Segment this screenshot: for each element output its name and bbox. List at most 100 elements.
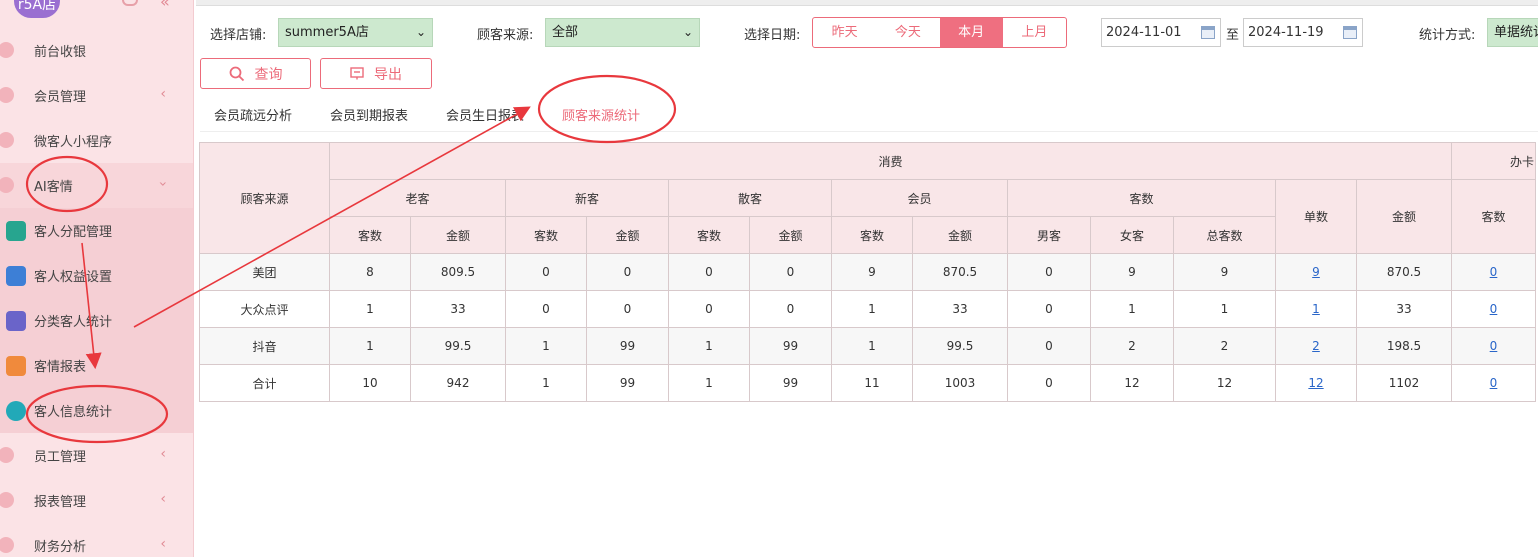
tab-member-expiry[interactable]: 会员到期报表 <box>330 105 408 124</box>
sidebar-subitem-assign[interactable]: 客人分配管理 <box>0 208 193 253</box>
cell-source: 合计 <box>199 364 330 402</box>
cell: 870.5 <box>1356 253 1452 291</box>
cell: 0 <box>1007 364 1091 402</box>
cell: 1 <box>1090 290 1174 328</box>
cell: 99.5 <box>912 327 1008 365</box>
export-button[interactable]: 导出 <box>320 58 432 89</box>
cell-card-guests: 0 <box>1451 290 1536 328</box>
cell: 0 <box>1007 253 1091 291</box>
date-from-input[interactable]: 2024-11-01 <box>1101 18 1221 47</box>
ai-icon <box>0 177 14 193</box>
card-guests-link[interactable]: 0 <box>1490 302 1498 316</box>
sidebar-item-report[interactable]: 报表管理 ‹ <box>0 478 193 523</box>
cell: 942 <box>410 364 506 402</box>
sidebar-item-label: 报表管理 <box>34 495 87 510</box>
customer-source-table: 顾客来源 消费 办卡 老客 新客 散客 会员 客数 单数 金额 客数 客数 金额… <box>199 142 1536 402</box>
cell-source: 大众点评 <box>199 290 330 328</box>
sidebar-subitem-report[interactable]: 客情报表 <box>0 343 193 388</box>
collapse-icon[interactable]: « <box>160 0 170 11</box>
sidebar-item-cashier[interactable]: 前台收银 <box>0 28 193 73</box>
col-header: 客数 <box>668 216 750 254</box>
sidebar-item-label: AI客情 <box>34 180 73 195</box>
today-button[interactable]: 今天 <box>876 18 939 47</box>
store-label: 选择店铺: <box>210 28 267 43</box>
sidebar-item-label: 微客人小程序 <box>34 135 113 150</box>
cell: 809.5 <box>410 253 506 291</box>
calendar-icon[interactable] <box>1343 26 1357 39</box>
cell: 870.5 <box>912 253 1008 291</box>
orders-header: 单数 <box>1275 179 1357 254</box>
this-month-button[interactable]: 本月 <box>939 18 1003 47</box>
orders-link[interactable]: 1 <box>1312 302 1320 316</box>
sidebar-subitem-rights[interactable]: 客人权益设置 <box>0 253 193 298</box>
sidebar-item-member[interactable]: 会员管理 ‹ <box>0 73 193 118</box>
stat-method-label: 统计方式: <box>1419 28 1476 43</box>
cell: 10 <box>329 364 411 402</box>
date-to-input[interactable]: 2024-11-19 <box>1243 18 1363 47</box>
cell: 99 <box>586 327 669 365</box>
sidebar-subitem-guest-info[interactable]: 客人信息统计 <box>0 388 193 433</box>
consume-group-header: 消费 <box>329 142 1452 180</box>
tab-member-birthday[interactable]: 会员生日报表 <box>446 105 524 124</box>
query-button[interactable]: 查询 <box>200 58 311 89</box>
date-range-buttons: 昨天 今天 本月 上月 <box>812 17 1067 48</box>
tab-customer-source[interactable]: 顾客来源统计 <box>562 105 640 124</box>
calendar-icon[interactable] <box>1201 26 1215 39</box>
search-icon <box>229 66 244 81</box>
chevron-down-icon: ⌄ <box>415 25 426 39</box>
cash-icon <box>0 42 14 58</box>
sidebar-item-ai[interactable]: AI客情 ‹ <box>0 163 193 208</box>
new-customer-header: 新客 <box>505 179 669 217</box>
card-guests-link[interactable]: 0 <box>1490 376 1498 390</box>
sidebar-item-miniapp[interactable]: 微客人小程序 <box>0 118 193 163</box>
cell: 11 <box>831 364 913 402</box>
cell: 1 <box>831 290 913 328</box>
orders-link[interactable]: 2 <box>1312 339 1320 353</box>
cell-orders: 12 <box>1275 364 1357 402</box>
cell: 33 <box>1356 290 1452 328</box>
export-label: 导出 <box>374 66 402 83</box>
orders-link[interactable]: 9 <box>1312 265 1320 279</box>
card-group-header: 办卡 <box>1451 142 1536 180</box>
sidebar-header: r5A店 « <box>0 0 193 18</box>
amount-header: 金额 <box>1356 179 1452 254</box>
sidebar-item-finance[interactable]: 财务分析 ‹ <box>0 523 193 557</box>
stat-method-select[interactable]: 单据统计 <box>1487 18 1538 47</box>
cell: 0 <box>668 253 750 291</box>
last-month-button[interactable]: 上月 <box>1003 18 1066 47</box>
sidebar-item-label: 财务分析 <box>34 540 87 555</box>
col-header: 金额 <box>912 216 1008 254</box>
source-select-value: 全部 <box>552 25 579 40</box>
cell: 99.5 <box>410 327 506 365</box>
gear-icon <box>6 266 26 286</box>
cell: 9 <box>1090 253 1174 291</box>
sidebar-item-label: 员工管理 <box>34 450 87 465</box>
cell-source: 美团 <box>199 253 330 291</box>
cell: 0 <box>505 290 587 328</box>
yesterday-button[interactable]: 昨天 <box>813 18 876 47</box>
store-select-value: summer5A店 <box>285 25 369 40</box>
staff-icon <box>0 447 14 463</box>
table-row-total: 合计 10 942 1 99 1 99 11 1003 0 12 12 12 1… <box>199 364 1536 402</box>
pie-chart-icon <box>6 401 26 421</box>
source-select[interactable]: 全部 ⌄ <box>545 18 700 47</box>
cell-card-guests: 0 <box>1451 364 1536 402</box>
col-header: 客数 <box>831 216 913 254</box>
date-to-label: 至 <box>1226 28 1240 43</box>
cell: 0 <box>1007 290 1091 328</box>
sidebar-item-staff[interactable]: 员工管理 ‹ <box>0 433 193 478</box>
store-avatar[interactable]: r5A店 <box>14 0 60 18</box>
orders-link[interactable]: 12 <box>1308 376 1323 390</box>
cell: 8 <box>329 253 411 291</box>
card-guests-link[interactable]: 0 <box>1490 339 1498 353</box>
store-select[interactable]: summer5A店 ⌄ <box>278 18 433 47</box>
cell: 12 <box>1090 364 1174 402</box>
cell: 33 <box>912 290 1008 328</box>
card-guests-link[interactable]: 0 <box>1490 265 1498 279</box>
bell-icon[interactable] <box>122 0 138 6</box>
sidebar-subitem-category[interactable]: 分类客人统计 <box>0 298 193 343</box>
cell: 99 <box>749 327 832 365</box>
cell: 1 <box>1173 290 1276 328</box>
miniapp-icon <box>0 132 14 148</box>
tab-member-distance[interactable]: 会员疏远分析 <box>214 105 292 124</box>
